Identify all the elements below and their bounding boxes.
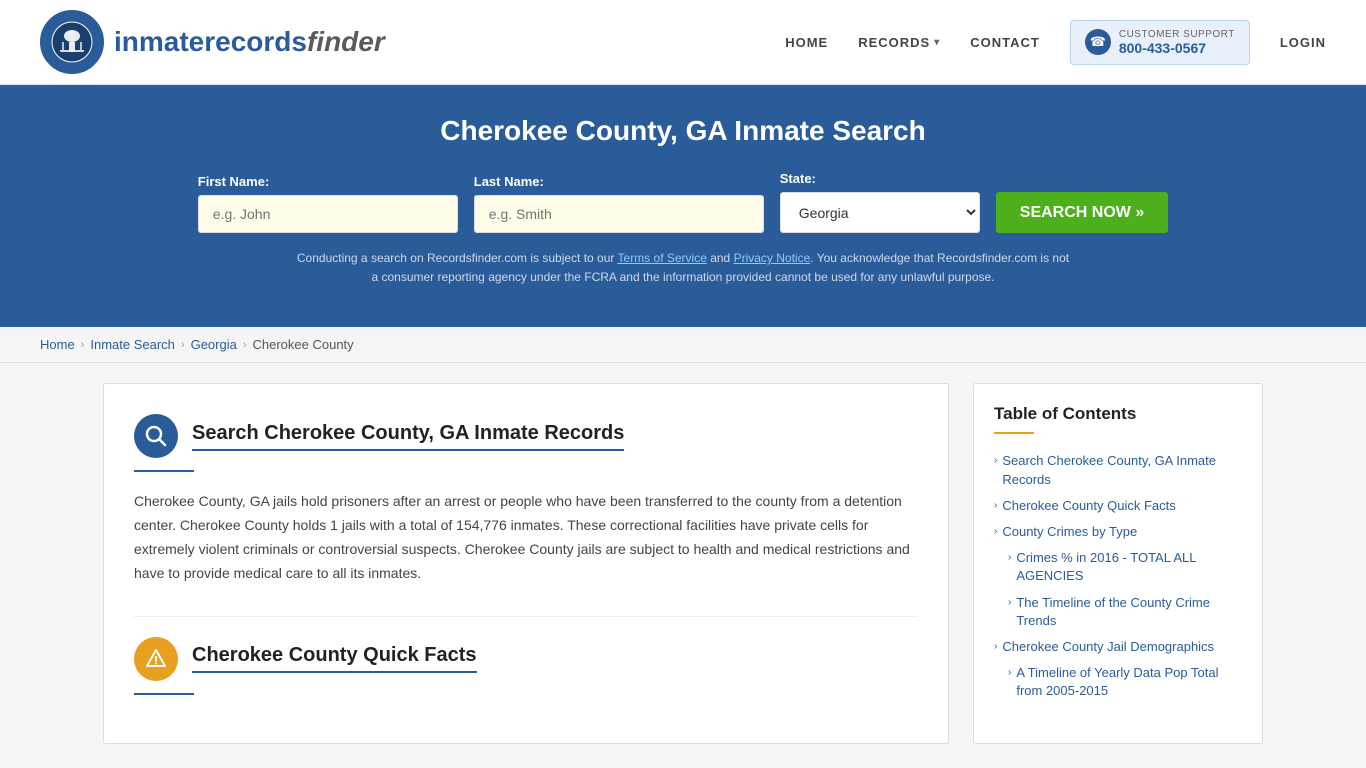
toc-link[interactable]: ›Search Cherokee County, GA Inmate Recor…	[994, 452, 1242, 488]
last-name-input[interactable]	[474, 195, 764, 233]
section2-title: Cherokee County Quick Facts	[192, 644, 477, 673]
last-name-group: Last Name:	[474, 174, 764, 233]
sidebar: Table of Contents ›Search Cherokee Count…	[973, 383, 1263, 743]
toc-list: ›Search Cherokee County, GA Inmate Recor…	[994, 448, 1242, 704]
toc-item: ›Cherokee County Quick Facts	[994, 493, 1242, 519]
breadcrumb-sep-1: ›	[81, 339, 85, 351]
main-nav: HOME RECORDS ▾ CONTACT ☎ CUSTOMER SUPPOR…	[785, 20, 1326, 65]
main-wrapper: Search Cherokee County, GA Inmate Record…	[63, 383, 1303, 743]
capitol-icon	[50, 20, 94, 64]
section1-title: Search Cherokee County, GA Inmate Record…	[192, 422, 624, 451]
toc-title: Table of Contents	[994, 404, 1242, 424]
breadcrumb-home[interactable]: Home	[40, 337, 75, 352]
search-form: First Name: Last Name: State: Georgia Al…	[40, 171, 1326, 233]
section1-header: Search Cherokee County, GA Inmate Record…	[134, 414, 918, 458]
hero-title: Cherokee County, GA Inmate Search	[40, 115, 1326, 147]
nav-contact[interactable]: CONTACT	[970, 35, 1040, 50]
toc-link[interactable]: ›Cherokee County Quick Facts	[994, 497, 1242, 515]
toc-item: ›A Timeline of Yearly Data Pop Total fro…	[994, 660, 1242, 704]
toc-link[interactable]: ›County Crimes by Type	[994, 523, 1242, 541]
breadcrumb-sep-3: ›	[243, 339, 247, 351]
login-button[interactable]: LOGIN	[1280, 35, 1326, 50]
support-box: ☎ CUSTOMER SUPPORT 800-433-0567	[1070, 20, 1250, 65]
phone-icon: ☎	[1085, 29, 1111, 55]
last-name-label: Last Name:	[474, 174, 544, 189]
hero-disclaimer: Conducting a search on Recordsfinder.com…	[293, 249, 1073, 287]
hero-section: Cherokee County, GA Inmate Search First …	[0, 85, 1366, 327]
toc-item: ›Crimes % in 2016 - TOTAL ALL AGENCIES	[994, 545, 1242, 589]
logo-inmate: inmaterecords	[114, 26, 307, 57]
search-button[interactable]: SEARCH NOW »	[996, 192, 1168, 233]
section2-header: Cherokee County Quick Facts	[134, 637, 918, 681]
toc-chevron-icon: ›	[994, 454, 997, 468]
logo-area: inmaterecordsfinder	[40, 10, 385, 74]
search-section-icon	[134, 414, 178, 458]
chevron-down-icon: ▾	[934, 37, 940, 48]
logo-icon	[40, 10, 104, 74]
first-name-label: First Name:	[198, 174, 270, 189]
state-select[interactable]: Georgia Alabama Alaska Arizona Californi…	[780, 192, 980, 233]
facts-section-icon	[134, 637, 178, 681]
toc-chevron-icon: ›	[994, 525, 997, 539]
state-label: State:	[780, 171, 816, 186]
alert-icon	[145, 648, 167, 670]
section1-body: Cherokee County, GA jails hold prisoners…	[134, 490, 918, 585]
toc-chevron-icon: ›	[1008, 666, 1011, 680]
logo-text: inmaterecordsfinder	[114, 26, 385, 58]
toc-item: ›Cherokee County Jail Demographics	[994, 634, 1242, 660]
toc-item: ›Search Cherokee County, GA Inmate Recor…	[994, 448, 1242, 492]
toc-link[interactable]: ›Cherokee County Jail Demographics	[994, 638, 1242, 656]
site-header: inmaterecordsfinder HOME RECORDS ▾ CONTA…	[0, 0, 1366, 85]
section1-divider	[134, 470, 194, 472]
first-name-group: First Name:	[198, 174, 458, 233]
logo-finder: finder	[307, 26, 385, 57]
content-area: Search Cherokee County, GA Inmate Record…	[103, 383, 949, 743]
toc-chevron-icon: ›	[1008, 596, 1011, 610]
nav-records[interactable]: RECORDS ▾	[858, 35, 940, 50]
breadcrumb-current: Cherokee County	[253, 337, 354, 352]
nav-home[interactable]: HOME	[785, 35, 828, 50]
toc-link[interactable]: ›Crimes % in 2016 - TOTAL ALL AGENCIES	[1008, 549, 1242, 585]
toc-chevron-icon: ›	[1008, 551, 1011, 565]
support-label: CUSTOMER SUPPORT	[1119, 29, 1235, 40]
section2-title-area: Cherokee County Quick Facts	[192, 644, 477, 673]
toc-divider	[994, 432, 1034, 434]
toc-item: ›The Timeline of the County Crime Trends	[994, 590, 1242, 634]
breadcrumb-georgia[interactable]: Georgia	[191, 337, 237, 352]
nav-records-label: RECORDS	[858, 35, 930, 50]
section2-divider	[134, 693, 194, 695]
support-info: CUSTOMER SUPPORT 800-433-0567	[1119, 29, 1235, 56]
tos-link[interactable]: Terms of Service	[618, 251, 707, 265]
toc-link[interactable]: ›The Timeline of the County Crime Trends	[1008, 594, 1242, 630]
toc-link[interactable]: ›A Timeline of Yearly Data Pop Total fro…	[1008, 664, 1242, 700]
breadcrumb-inmate-search[interactable]: Inmate Search	[90, 337, 175, 352]
toc-item: ›County Crimes by Type	[994, 519, 1242, 545]
first-name-input[interactable]	[198, 195, 458, 233]
toc-chevron-icon: ›	[994, 640, 997, 654]
section2: Cherokee County Quick Facts	[134, 616, 918, 695]
section1-title-area: Search Cherokee County, GA Inmate Record…	[192, 422, 624, 451]
state-group: State: Georgia Alabama Alaska Arizona Ca…	[780, 171, 980, 233]
breadcrumb-sep-2: ›	[181, 339, 185, 351]
toc-chevron-icon: ›	[994, 499, 997, 513]
magnifier-icon	[145, 425, 167, 447]
support-number: 800-433-0567	[1119, 40, 1235, 56]
breadcrumb: Home › Inmate Search › Georgia › Cheroke…	[0, 327, 1366, 363]
privacy-link[interactable]: Privacy Notice	[734, 251, 811, 265]
